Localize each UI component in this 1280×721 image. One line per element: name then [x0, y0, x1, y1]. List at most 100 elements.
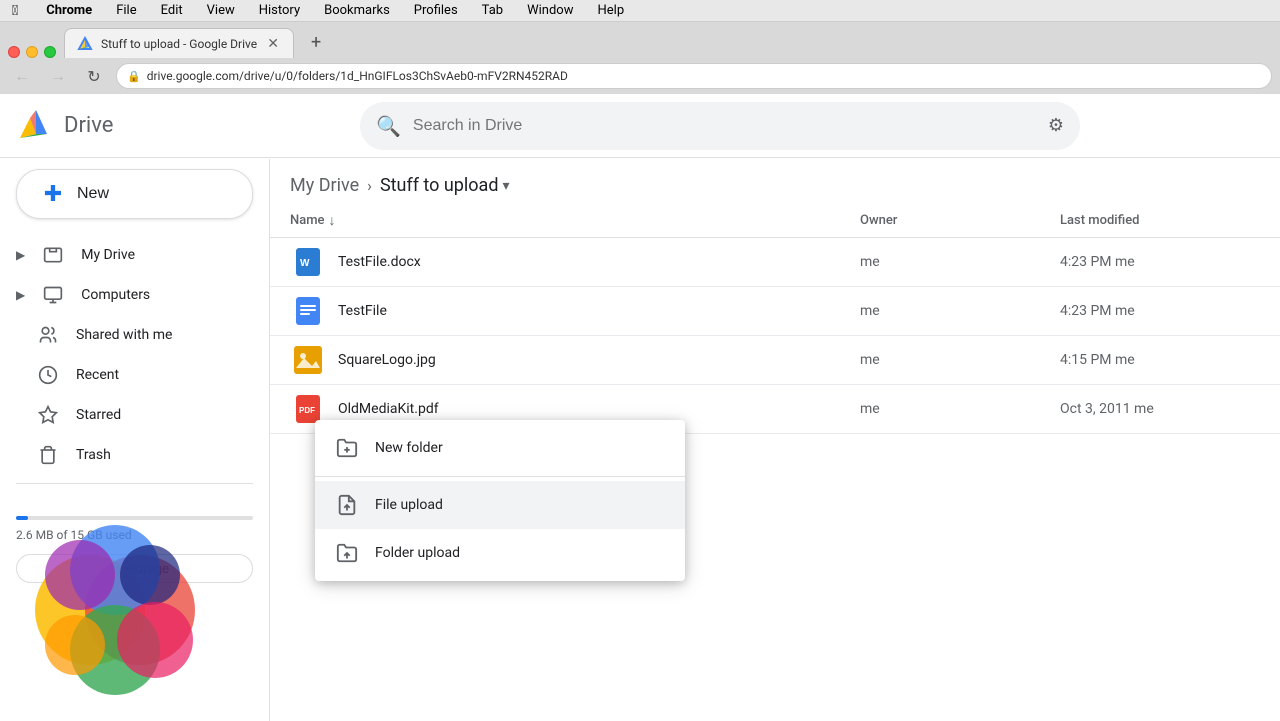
- tab-close-button[interactable]: ✕: [265, 36, 281, 52]
- sidebar-item-shared[interactable]: Shared with me: [0, 315, 261, 355]
- new-button[interactable]: ✚ New: [16, 169, 253, 219]
- svg-text:W: W: [300, 258, 310, 269]
- back-button[interactable]: ←: [8, 62, 36, 90]
- sidebar-item-label: Trash: [76, 447, 111, 463]
- sidebar-item-label: My Drive: [81, 247, 135, 263]
- sidebar-item-trash[interactable]: Trash: [0, 435, 261, 475]
- menu-bookmarks[interactable]: Bookmarks: [320, 2, 394, 19]
- file-modified: 4:15 PM me: [1060, 352, 1260, 368]
- menu-chrome[interactable]: Chrome: [42, 2, 96, 19]
- menu-help[interactable]: Help: [593, 2, 628, 19]
- column-modified: Last modified: [1060, 213, 1260, 228]
- my-drive-icon: [41, 243, 65, 267]
- file-icon-image: [290, 342, 326, 378]
- new-plus-icon: ✚: [41, 182, 65, 206]
- search-bar[interactable]: 🔍 ⚙: [360, 102, 1080, 150]
- sidebar-item-label: Starred: [76, 407, 121, 423]
- drive-logo-link[interactable]: Drive: [16, 106, 216, 146]
- storage-bar-fill: [16, 516, 28, 520]
- forward-button[interactable]: →: [44, 62, 72, 90]
- context-menu: New folder File upload Folder upload: [315, 420, 685, 581]
- browser-chrome: Stuff to upload - Google Drive ✕ + ← → ↻…: [0, 22, 1280, 95]
- sidebar-item-recent[interactable]: Recent: [0, 355, 261, 395]
- sidebar-item-computers[interactable]: ▶ Computers: [0, 275, 261, 315]
- menu-history[interactable]: History: [255, 2, 304, 19]
- drive-logo-icon: [16, 106, 56, 146]
- sidebar-item-starred[interactable]: Starred: [0, 395, 261, 435]
- column-owner: Owner: [860, 213, 1060, 228]
- sidebar: ✚ New ▶ My Drive ▶ Computers: [0, 159, 270, 721]
- storage-section: 2.6 MB of 15 GB used Buy storage: [0, 492, 269, 599]
- file-name: TestFile: [338, 303, 860, 319]
- new-folder-icon: [335, 436, 359, 460]
- sidebar-divider: [16, 483, 253, 484]
- apple-menu[interactable]: : [8, 2, 22, 20]
- table-row[interactable]: W TestFile.docx me 4:23 PM me: [270, 238, 1280, 287]
- traffic-lights: [8, 46, 56, 58]
- sort-icon: ↓: [329, 212, 336, 229]
- trash-icon: [36, 443, 60, 467]
- tab-title: Stuff to upload - Google Drive: [101, 37, 257, 51]
- file-owner: me: [860, 352, 1060, 368]
- new-tab-button[interactable]: +: [302, 28, 330, 56]
- search-options-icon[interactable]: ⚙: [1048, 115, 1064, 136]
- context-menu-item-label: New folder: [375, 440, 443, 456]
- breadcrumb-dropdown-icon[interactable]: ▾: [503, 178, 510, 194]
- column-name[interactable]: Name ↓: [290, 212, 860, 229]
- browser-tab[interactable]: Stuff to upload - Google Drive ✕: [64, 28, 294, 58]
- context-menu-item-folder-upload[interactable]: Folder upload: [315, 529, 685, 577]
- menu-edit[interactable]: Edit: [157, 2, 187, 19]
- close-button[interactable]: [8, 46, 20, 58]
- file-name: SquareLogo.jpg: [338, 352, 860, 368]
- file-modified: Oct 3, 2011 me: [1060, 401, 1260, 417]
- menu-window[interactable]: Window: [523, 2, 577, 19]
- minimize-button[interactable]: [26, 46, 38, 58]
- context-menu-item-label: File upload: [375, 497, 443, 513]
- menu-file[interactable]: File: [112, 2, 140, 19]
- menu-view[interactable]: View: [203, 2, 239, 19]
- context-menu-item-label: Folder upload: [375, 545, 460, 561]
- address-bar[interactable]: 🔒 drive.google.com/drive/u/0/folders/1d_…: [116, 63, 1272, 89]
- computers-icon: [41, 283, 65, 307]
- context-menu-divider: [315, 476, 685, 477]
- sidebar-item-my-drive[interactable]: ▶ My Drive: [0, 235, 261, 275]
- buy-storage-button[interactable]: Buy storage: [16, 554, 253, 583]
- search-icon: 🔍: [376, 114, 401, 138]
- new-button-label: New: [77, 185, 109, 203]
- expand-icon: ▶: [16, 288, 25, 302]
- sidebar-item-label: Recent: [76, 367, 119, 383]
- file-upload-icon: [335, 493, 359, 517]
- search-input[interactable]: [413, 117, 1036, 135]
- storage-text: 2.6 MB of 15 GB used: [16, 528, 253, 542]
- file-owner: me: [860, 401, 1060, 417]
- url-text: drive.google.com/drive/u/0/folders/1d_Hn…: [147, 69, 1261, 83]
- drive-header: Drive 🔍 ⚙: [0, 94, 1280, 158]
- breadcrumb-separator: ›: [367, 176, 372, 195]
- drive-app: Drive 🔍 ⚙ ✚ New ▶ My: [0, 95, 1280, 721]
- menu-profiles[interactable]: Profiles: [410, 2, 462, 19]
- column-name-label: Name: [290, 213, 325, 228]
- starred-icon: [36, 403, 60, 427]
- context-menu-item-file-upload[interactable]: File upload: [315, 481, 685, 529]
- table-row[interactable]: TestFile me 4:23 PM me: [270, 287, 1280, 336]
- recent-icon: [36, 363, 60, 387]
- context-menu-item-new-folder[interactable]: New folder: [315, 424, 685, 472]
- breadcrumb: My Drive › Stuff to upload ▾: [270, 159, 1280, 204]
- menu-tab[interactable]: Tab: [478, 2, 507, 19]
- sidebar-item-label: Shared with me: [76, 327, 172, 343]
- refresh-button[interactable]: ↻: [80, 62, 108, 90]
- drive-logo-text: Drive: [64, 113, 113, 138]
- mac-menu-bar:  Chrome File Edit View History Bookmark…: [0, 0, 1280, 22]
- shared-icon: [36, 323, 60, 347]
- file-list-header: Name ↓ Owner Last modified: [270, 204, 1280, 238]
- folder-upload-icon: [335, 541, 359, 565]
- search-bar-container: 🔍 ⚙: [216, 102, 1224, 150]
- breadcrumb-current-text: Stuff to upload: [380, 175, 499, 196]
- breadcrumb-current: Stuff to upload ▾: [380, 175, 510, 196]
- storage-bar: [16, 516, 253, 520]
- file-modified: 4:23 PM me: [1060, 254, 1260, 270]
- maximize-button[interactable]: [44, 46, 56, 58]
- svg-text:PDF: PDF: [299, 406, 315, 415]
- table-row[interactable]: SquareLogo.jpg me 4:15 PM me: [270, 336, 1280, 385]
- breadcrumb-parent[interactable]: My Drive: [290, 175, 359, 196]
